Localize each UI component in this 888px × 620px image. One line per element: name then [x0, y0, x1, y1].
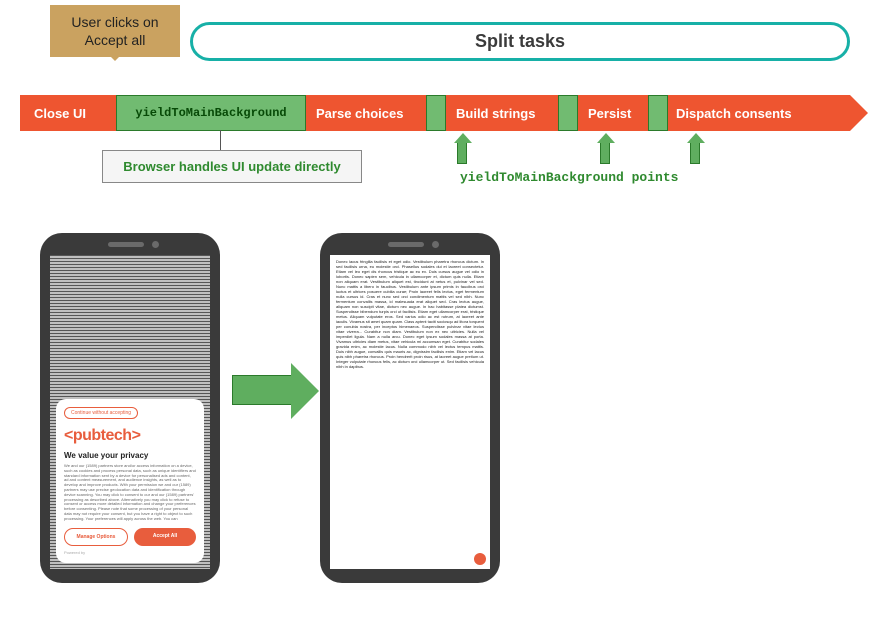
- pubtech-logo: <pubtech>: [64, 427, 196, 445]
- transition-arrow: [232, 375, 292, 405]
- yield-point-2: [558, 95, 578, 131]
- manage-options-button[interactable]: Manage Options: [64, 528, 128, 546]
- phase-persist: Persist: [578, 106, 648, 121]
- phone-speaker: [108, 242, 144, 247]
- consent-headline: We value your privacy: [64, 451, 196, 460]
- split-tasks-title: Split tasks: [190, 22, 850, 61]
- phase-dispatch: Dispatch consents: [668, 106, 802, 121]
- phone-after: Donec lacus fringilla facilisis et eget …: [320, 233, 500, 583]
- user-click-callout: User clicks on Accept all: [50, 5, 180, 57]
- browser-handles-note: Browser handles UI update directly: [102, 150, 362, 183]
- callout-line2: Accept all: [85, 32, 146, 48]
- arrow-up-2: [600, 142, 610, 164]
- task-split-diagram: User clicks on Accept all Split tasks Cl…: [20, 20, 868, 600]
- phone-camera-dot: [152, 241, 159, 248]
- consent-dialog: Continue without accepting <pubtech> We …: [56, 399, 204, 563]
- timeline-arrow: Close UI yieldToMainBackground Parse cho…: [20, 95, 850, 131]
- yield-point-3: [648, 95, 668, 131]
- phone-before: Continue without accepting <pubtech> We …: [40, 233, 220, 583]
- powered-by-label: Powered by: [64, 550, 196, 555]
- article-text: Donec lacus fringilla facilisis et eget …: [336, 259, 484, 369]
- continue-without-button[interactable]: Continue without accepting: [64, 407, 138, 419]
- consent-body-text: We and our (1589) partners store and/or …: [64, 464, 196, 522]
- phone-camera-dot: [432, 241, 439, 248]
- article-body: Donec lacus fringilla facilisis et eget …: [330, 255, 490, 569]
- floating-action-button[interactable]: [474, 553, 486, 565]
- note-connector-line: [220, 130, 221, 150]
- phone-screen-after: Donec lacus fringilla facilisis et eget …: [330, 255, 490, 569]
- yield-box-label: yieldToMainBackground: [135, 106, 286, 120]
- phase-close-ui: Close UI: [20, 106, 116, 121]
- yield-points-label: yieldToMainBackground points: [460, 170, 678, 185]
- callout-line1: User clicks on: [71, 14, 158, 30]
- yield-point-1: [426, 95, 446, 131]
- accept-all-button[interactable]: Accept All: [134, 528, 196, 546]
- arrow-up-3: [690, 142, 700, 164]
- phone-screen-before: Continue without accepting <pubtech> We …: [50, 255, 210, 569]
- phase-build: Build strings: [446, 106, 558, 121]
- arrow-up-1: [457, 142, 467, 164]
- phone-speaker: [388, 242, 424, 247]
- phase-parse: Parse choices: [306, 106, 426, 121]
- yield-box-main: yieldToMainBackground: [116, 95, 306, 131]
